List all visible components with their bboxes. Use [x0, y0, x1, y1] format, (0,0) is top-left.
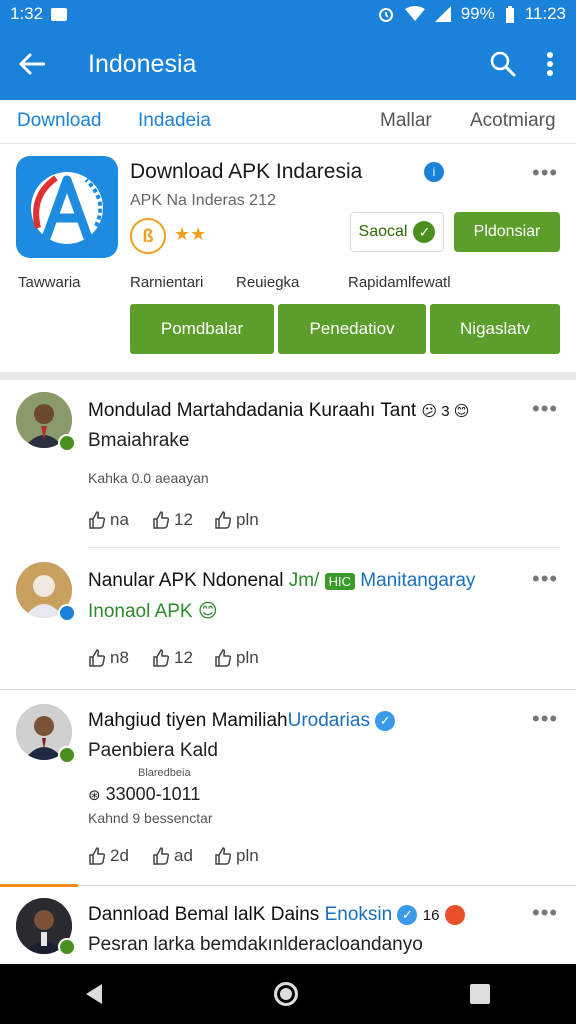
- comment-button[interactable]: pln: [214, 510, 259, 530]
- post-text: Inonaol APK 😊: [88, 601, 218, 622]
- reaction-icon: [444, 904, 465, 925]
- rating-badge: ß: [130, 218, 166, 254]
- post-text: Paenbiera Kald: [88, 740, 218, 761]
- app-logo-icon[interactable]: [16, 156, 118, 258]
- comment-button[interactable]: pln: [214, 648, 259, 668]
- action-button-2[interactable]: Penedatiov: [278, 304, 426, 354]
- share-button[interactable]: 12: [152, 510, 193, 530]
- alarm-icon: [378, 8, 393, 22]
- accent-divider: [0, 884, 78, 887]
- tab-bar: Download Indadeia Mallar Acotmiarg: [0, 100, 576, 144]
- post-meta: Kahka 0.0 aeaayan: [88, 470, 209, 486]
- post-item: Mahgiud tiyen MamiliahUrodarias ✓ ••• Pa…: [0, 690, 576, 882]
- app-bar: Indonesia: [0, 28, 576, 100]
- online-badge-icon: [58, 746, 76, 764]
- status-time-left: 1:32: [10, 4, 44, 23]
- arrow-left-icon: [19, 53, 45, 75]
- section-divider: [0, 372, 576, 380]
- meta-item-1: Tawwaria: [18, 274, 81, 291]
- battery-icon: [505, 5, 514, 23]
- nav-back-icon[interactable]: [86, 984, 102, 1004]
- app-card: Download APK Indaresia i ••• APK Na Inde…: [0, 144, 576, 372]
- meta-item-4: Rapidamlfewatl: [348, 274, 451, 291]
- star-rating-icon: ★★: [174, 224, 207, 244]
- tab-download[interactable]: Download: [17, 110, 102, 132]
- badge-label: HIC: [324, 573, 355, 590]
- saved-button[interactable]: Saocal ✓: [350, 212, 444, 252]
- thumbs-up-icon: [215, 847, 232, 865]
- post-meta: Kahnd 9 bessenctar: [88, 810, 213, 826]
- verified-icon: ✓: [375, 710, 396, 731]
- back-button[interactable]: [0, 28, 64, 100]
- action-button-group: Pomdbalar Penedatiov Nigaslatv: [130, 304, 560, 354]
- app-name: Download APK Indaresia: [130, 160, 363, 183]
- post-author: Mahgiud tiyen MamiliahUrodarias ✓: [88, 710, 396, 732]
- post-author: Dannload Bemal lalK Dains Enoksin ✓ 16: [88, 904, 465, 926]
- thumbs-up-icon: [153, 649, 170, 667]
- verified-icon: i: [424, 162, 444, 182]
- like-button[interactable]: 2d: [88, 846, 129, 866]
- primary-button[interactable]: Pldonsiar: [454, 212, 560, 252]
- thumbs-up-icon: [153, 847, 170, 865]
- tab-acotmiarg[interactable]: Acotmiarg: [470, 110, 556, 132]
- post-more-icon[interactable]: •••: [532, 566, 558, 592]
- row-divider: [78, 885, 576, 886]
- notification-icon: [51, 7, 68, 21]
- page-title: Indonesia: [88, 49, 197, 78]
- post-more-icon[interactable]: •••: [532, 900, 558, 926]
- tab-mallar[interactable]: Mallar: [380, 110, 432, 132]
- battery-percent: 99%: [460, 4, 495, 23]
- thumbs-up-icon: [89, 511, 106, 529]
- wifi-icon: [404, 6, 425, 21]
- thumbs-up-icon: [153, 511, 170, 529]
- thumbs-up-icon: [89, 847, 106, 865]
- online-badge-icon: [58, 938, 76, 956]
- share-button[interactable]: ad: [152, 846, 193, 866]
- action-button-1[interactable]: Pomdbalar: [130, 304, 274, 354]
- count-label: 16: [422, 907, 440, 924]
- post-item: Mondulad Martahdadania Kuraahı Tant 😕 3 …: [0, 380, 576, 548]
- verified-badge-icon: [58, 604, 76, 622]
- system-nav-bar: [0, 964, 576, 1024]
- post-author: Nanular APK Ndonenal Jm/ HIC Manitangara…: [88, 570, 476, 591]
- post-author: Mondulad Martahdadania Kuraahı Tant 😕 3 …: [88, 400, 470, 421]
- nav-home-icon[interactable]: [274, 982, 298, 1006]
- like-button[interactable]: na: [88, 510, 129, 530]
- post-more-icon[interactable]: •••: [532, 706, 558, 732]
- post-tiny-label: Blaredbeia: [138, 767, 191, 779]
- nav-recent-apps-icon[interactable]: [470, 984, 490, 1004]
- emoji-icon: 😊: [197, 601, 218, 622]
- status-bar: 1:32 99% 11:23: [0, 0, 576, 28]
- post-item: Dannload Bemal lalK Dains Enoksin ✓ 16 •…: [0, 888, 576, 964]
- emoji-icon: 😕 3 😊: [421, 403, 470, 420]
- online-badge-icon: [58, 434, 76, 452]
- post-text: Pesran larka bemdakınlderacloandanyo: [88, 934, 423, 955]
- tab-indadeia[interactable]: Indadeia: [138, 110, 211, 132]
- row-divider: [88, 547, 560, 548]
- check-icon: ✓: [413, 221, 436, 243]
- app-subtitle: APK Na Inderas 212: [130, 192, 276, 209]
- comment-button[interactable]: pln: [214, 846, 259, 866]
- search-icon[interactable]: [490, 51, 516, 77]
- thumbs-up-icon: [89, 649, 106, 667]
- verified-icon: ✓: [397, 904, 418, 925]
- post-text: Bmaiahrake: [88, 430, 190, 451]
- post-item: Nanular APK Ndonenal Jm/ HIC Manitangara…: [0, 550, 576, 688]
- post-more-icon[interactable]: •••: [532, 396, 558, 422]
- share-button[interactable]: 12: [152, 648, 193, 668]
- signal-icon: [434, 6, 451, 22]
- saved-label: Saocal: [358, 223, 408, 240]
- status-time-right: 11:23: [524, 4, 566, 23]
- app-more-icon[interactable]: •••: [532, 160, 558, 186]
- post-phone: ⊛ 33000-1011: [88, 784, 201, 804]
- like-button[interactable]: n8: [88, 648, 129, 668]
- more-vert-icon[interactable]: [546, 51, 554, 77]
- phone-icon: ⊛: [88, 787, 101, 804]
- thumbs-up-icon: [215, 511, 232, 529]
- meta-item-3: Reuiegka: [236, 274, 300, 291]
- action-button-3[interactable]: Nigaslatv: [430, 304, 560, 354]
- thumbs-up-icon: [215, 649, 232, 667]
- meta-item-2: Rarnientari: [130, 274, 204, 291]
